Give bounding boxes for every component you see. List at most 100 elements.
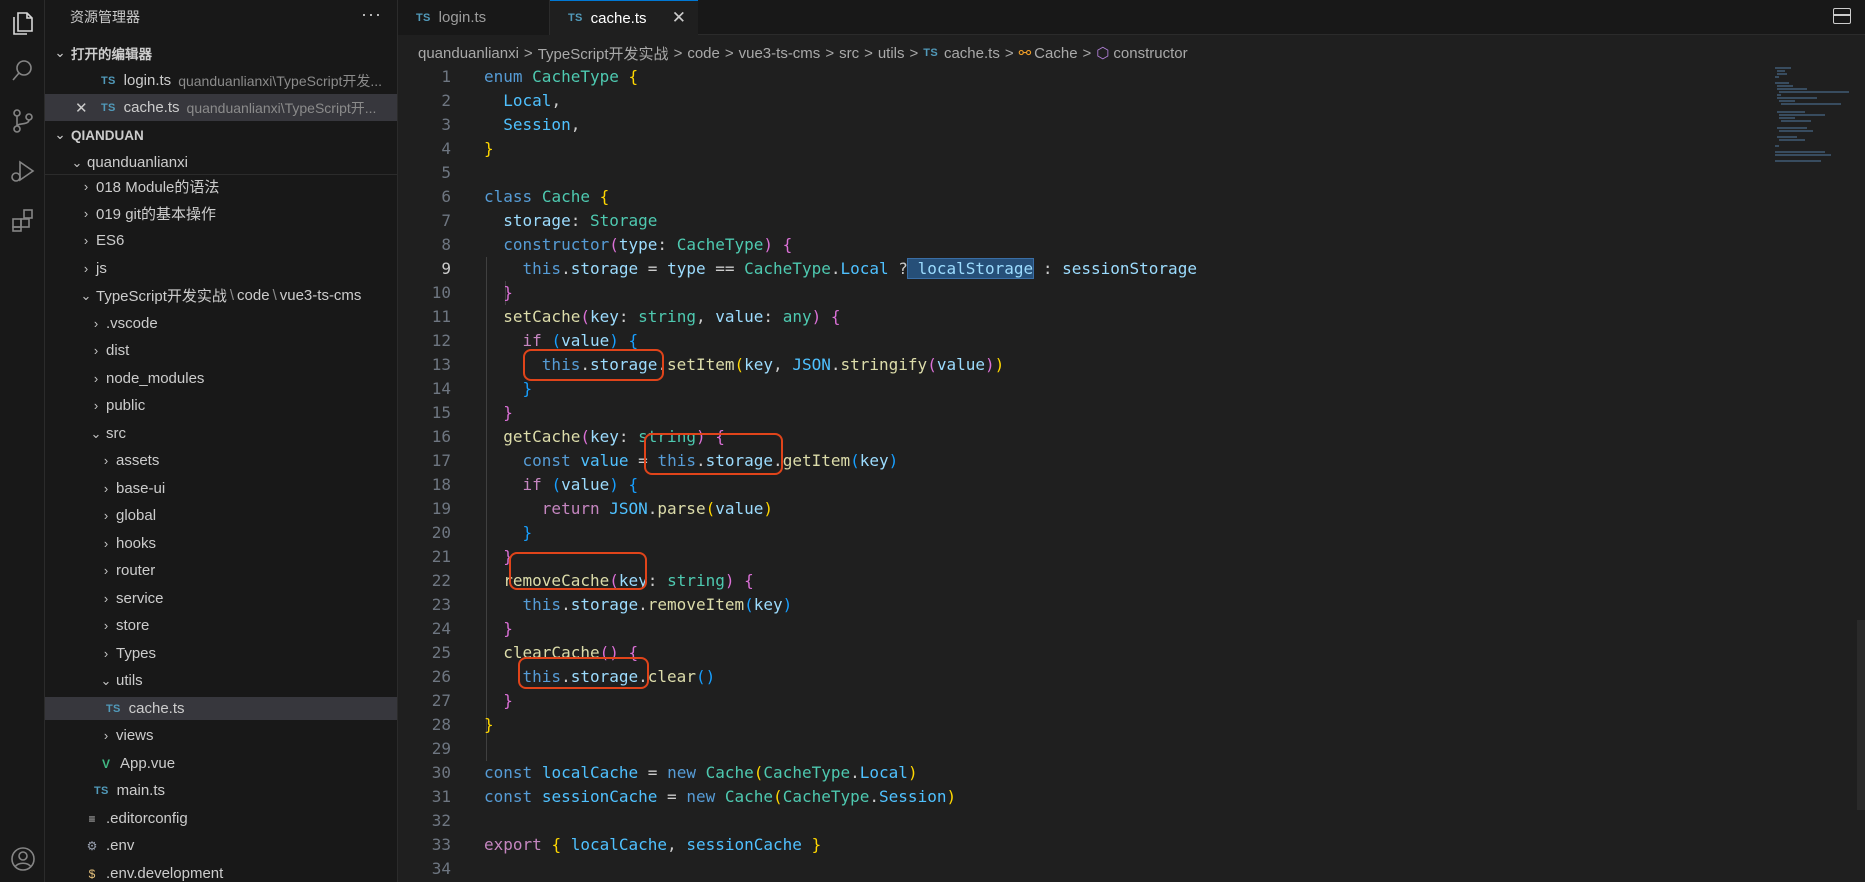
typescript-file-icon: TS bbox=[923, 47, 938, 59]
typescript-file-icon: TS bbox=[568, 12, 583, 24]
source-control-icon[interactable] bbox=[0, 98, 45, 144]
explorer-title: 资源管理器 bbox=[70, 9, 140, 25]
tree-folder[interactable]: ⌄ utils bbox=[45, 669, 397, 692]
code-line-3: Session, bbox=[503, 115, 581, 134]
minimap[interactable] bbox=[1765, 65, 1865, 882]
tree-folder[interactable]: › 019 git的基本操作 bbox=[45, 202, 397, 225]
tree-item-label: main.ts bbox=[116, 782, 166, 799]
vertical-scrollbar[interactable] bbox=[1857, 620, 1865, 810]
breadcrumb-item[interactable]: utils bbox=[878, 45, 905, 62]
tree-folder[interactable]: › hooks bbox=[45, 532, 397, 555]
files-icon[interactable] bbox=[0, 0, 45, 46]
open-editors-title: 打开的编辑器 bbox=[71, 47, 152, 62]
more-actions-icon[interactable]: ··· bbox=[361, 4, 382, 25]
code-line-18: if (value) { bbox=[522, 475, 639, 494]
highlight-box bbox=[509, 552, 647, 590]
tab-cache-ts[interactable]: TS cache.ts ✕ bbox=[550, 0, 698, 35]
breadcrumb-file[interactable]: cache.ts bbox=[944, 45, 1000, 62]
tree-item-label: store bbox=[116, 617, 150, 634]
close-icon[interactable]: ✕ bbox=[672, 8, 686, 28]
chevron-down-icon: ⌄ bbox=[54, 127, 66, 142]
tree-item-label: js bbox=[96, 260, 107, 277]
breadcrumb-item[interactable]: code bbox=[687, 45, 720, 62]
tree-folder[interactable]: › service bbox=[45, 587, 397, 610]
open-editor-cache[interactable]: ✕ TS cache.ts quanduanlianxi\TypeScript开… bbox=[45, 94, 397, 121]
tree-item-label: utils bbox=[116, 672, 143, 689]
breadcrumb-class[interactable]: Cache bbox=[1034, 45, 1077, 62]
highlight-box bbox=[644, 433, 783, 475]
search-icon[interactable] bbox=[0, 48, 45, 94]
tree-item-label: public bbox=[106, 397, 146, 414]
tree-item-label: cache.ts bbox=[128, 700, 185, 717]
tree-item-label: .editorconfig bbox=[106, 810, 188, 827]
code-line-1: enum CacheType { bbox=[484, 67, 639, 86]
split-editor-icon[interactable] bbox=[1833, 8, 1851, 24]
tree-folder[interactable]: › node_modules bbox=[45, 367, 397, 390]
run-debug-icon[interactable] bbox=[0, 148, 45, 194]
typescript-file-icon: TS bbox=[106, 702, 121, 715]
tree-folder[interactable]: › base-ui bbox=[45, 477, 397, 500]
code-editor[interactable]: 1 2 3 4 5 6 7 8 9 10 11 12 13 14 15 16 17 18 19 20 21 22 23 24 2… bbox=[398, 65, 1865, 882]
tree-folder[interactable]: › Types bbox=[45, 642, 397, 665]
open-editor-name: login.ts bbox=[123, 72, 172, 89]
open-editor-login[interactable]: TS login.ts quanduanlianxi\TypeScript开发.… bbox=[45, 67, 397, 94]
tree-item-label: service bbox=[116, 590, 164, 607]
code-line-9: this.storage = type == CacheType.Local ?… bbox=[522, 258, 1197, 279]
open-editors-section[interactable]: ⌄ 打开的编辑器 bbox=[45, 40, 397, 66]
chevron-right-icon: › bbox=[83, 206, 89, 221]
breadcrumb-separator: > bbox=[864, 44, 873, 62]
open-editor-name: cache.ts bbox=[123, 99, 180, 116]
tree-file-app-vue[interactable]: V App.vue bbox=[45, 752, 397, 775]
tree-folder[interactable]: › store bbox=[45, 614, 397, 637]
chevron-right-icon: › bbox=[83, 233, 89, 248]
breadcrumb-member[interactable]: constructor bbox=[1113, 45, 1187, 62]
tree-item-label: views bbox=[116, 727, 154, 744]
breadcrumb-item[interactable]: vue3-ts-cms bbox=[739, 45, 821, 62]
breadcrumb-separator: > bbox=[909, 44, 919, 62]
tree-file-env[interactable]: ⚙ .env bbox=[45, 834, 397, 857]
breadcrumb-item[interactable]: src bbox=[839, 45, 859, 62]
tree-file-main-ts[interactable]: TS main.ts bbox=[45, 779, 397, 802]
code-line-30: const localCache = new Cache(CacheType.L… bbox=[484, 763, 918, 782]
tree-folder[interactable]: › js bbox=[45, 257, 397, 280]
tree-item-label: base-ui bbox=[116, 480, 166, 497]
close-icon[interactable]: ✕ bbox=[75, 99, 88, 117]
tab-label: login.ts bbox=[438, 9, 487, 26]
breadcrumb-item[interactable]: quanduanlianxi bbox=[418, 45, 519, 62]
tree-item-label: quanduanlianxi bbox=[87, 154, 188, 171]
code-line-6: class Cache { bbox=[484, 187, 610, 206]
activity-bar bbox=[0, 0, 45, 882]
tree-folder[interactable]: › views bbox=[45, 724, 397, 747]
tree-file-cache-ts[interactable]: TS cache.ts bbox=[45, 697, 397, 720]
code-line-10: } bbox=[503, 283, 513, 302]
tree-folder[interactable]: › .vscode bbox=[45, 312, 397, 335]
account-icon[interactable] bbox=[0, 836, 45, 882]
tree-file-editorconfig[interactable]: ≡ .editorconfig bbox=[45, 807, 397, 830]
chevron-right-icon: › bbox=[103, 618, 109, 633]
tree-folder[interactable]: › dist bbox=[45, 339, 397, 362]
explorer-sidebar: 资源管理器 ··· ⌄ 打开的编辑器 TS login.ts quanduanl… bbox=[45, 0, 398, 882]
tab-login-ts[interactable]: TS login.ts bbox=[398, 0, 550, 35]
breadcrumb-item[interactable]: TypeScript开发实战 bbox=[538, 43, 669, 64]
workspace-section[interactable]: ⌄ QIANDUAN bbox=[45, 122, 397, 148]
tree-folder[interactable]: ⌄ TypeScript开发实战 \ code \ vue3-ts-cms bbox=[45, 284, 397, 307]
tree-folder[interactable]: › public bbox=[45, 394, 397, 417]
tree-folder[interactable]: › 018 Module的语法 bbox=[45, 175, 397, 198]
tree-item-label: hooks bbox=[116, 535, 157, 552]
tree-folder[interactable]: ⌄ src bbox=[45, 422, 397, 445]
code-line-11: setCache(key: string, value: any) { bbox=[503, 307, 841, 326]
code-line-4: } bbox=[484, 139, 494, 158]
code-line-27: } bbox=[503, 691, 513, 710]
breadcrumb-separator: > bbox=[724, 44, 734, 62]
tree-folder[interactable]: › router bbox=[45, 559, 397, 582]
typescript-file-icon: TS bbox=[101, 74, 116, 87]
tree-folder[interactable]: › ES6 bbox=[45, 229, 397, 252]
chevron-down-icon: ⌄ bbox=[90, 425, 102, 441]
tree-item-label: vue3-ts-cms bbox=[279, 287, 362, 304]
tree-folder[interactable]: › assets bbox=[45, 449, 397, 472]
tree-file-env-development[interactable]: $ .env.development bbox=[45, 862, 397, 882]
chevron-down-icon: ⌄ bbox=[71, 154, 83, 170]
extensions-icon[interactable] bbox=[0, 198, 45, 244]
tree-folder-root[interactable]: ⌄ quanduanlianxi bbox=[45, 151, 397, 174]
tree-folder[interactable]: › global bbox=[45, 504, 397, 527]
